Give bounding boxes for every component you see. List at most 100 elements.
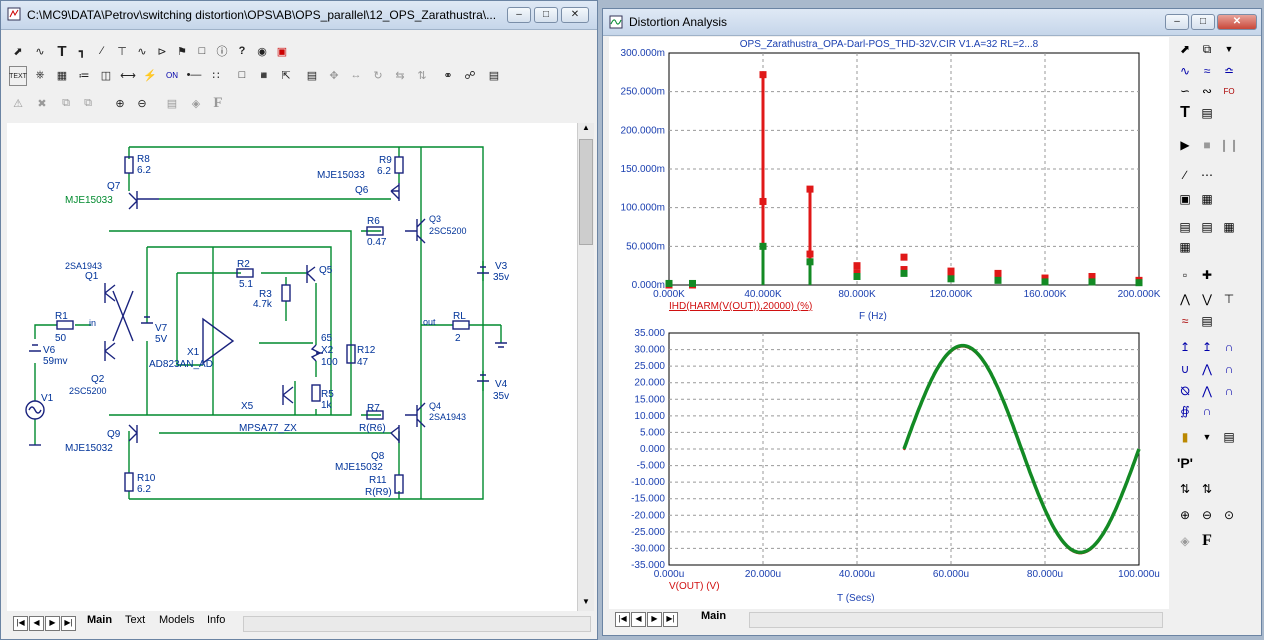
globe-icon[interactable]: ◈ xyxy=(1175,531,1195,551)
zoom-in-icon[interactable]: ⊕ xyxy=(1175,505,1195,525)
grid-icon[interactable]: ▦ xyxy=(1197,189,1217,209)
select-arrow-icon[interactable]: ⬈ xyxy=(9,42,27,60)
info-tool-icon[interactable]: ⓘ xyxy=(213,42,231,60)
diagonal-wire-icon[interactable]: ∕ xyxy=(93,42,111,60)
border-icon[interactable]: □ xyxy=(233,66,251,84)
tab-first-icon[interactable]: |◀ xyxy=(13,616,28,631)
text-tool-icon[interactable]: T xyxy=(53,42,71,60)
zoom-in-icon[interactable]: ⊕ xyxy=(111,94,129,112)
condition-icon[interactable]: ⚡ xyxy=(141,66,159,84)
waveform-icon[interactable]: ∿ xyxy=(1175,61,1195,81)
page-icon[interactable]: ▤ xyxy=(163,94,181,112)
scale-icon[interactable]: ⧉ xyxy=(1197,39,1217,59)
grid-small-icon[interactable]: ▦ xyxy=(1175,237,1195,257)
schematic-titlebar[interactable]: C:\MC9\DATA\Petrov\switching distortion\… xyxy=(1,1,597,30)
waveform-3-icon[interactable]: ≏ xyxy=(1219,61,1239,81)
left-cursor-icon[interactable]: ↥ xyxy=(1175,337,1195,357)
analysis-titlebar[interactable]: Distortion Analysis – □ ✕ xyxy=(603,9,1261,36)
dc-scale-left-icon[interactable]: ⇅ xyxy=(1175,479,1195,499)
wire-tool-icon[interactable]: ∿ xyxy=(31,42,49,60)
help-tool-icon[interactable]: ? xyxy=(233,42,251,60)
right-cursor-icon[interactable]: ↥ xyxy=(1197,337,1217,357)
tab-prev-icon[interactable]: ◀ xyxy=(29,616,44,631)
flag-tool-icon[interactable]: ⚑ xyxy=(173,42,191,60)
title-icon[interactable]: ◾ xyxy=(255,66,273,84)
node-numbers-icon[interactable]: ≔ xyxy=(75,66,93,84)
tab-next-icon[interactable]: ▶ xyxy=(45,616,60,631)
rise-icon[interactable]: ∽ xyxy=(1175,81,1195,101)
binoculars-icon[interactable]: ☍ xyxy=(461,66,479,84)
stop-icon[interactable]: ■ xyxy=(1197,135,1217,155)
resistor-tool-icon[interactable]: ∿ xyxy=(133,42,151,60)
line-icon[interactable]: ∕ xyxy=(1175,165,1195,185)
current-icon[interactable]: ◫ xyxy=(97,66,115,84)
plot-area[interactable]: OPS_Zarathustra_OPA-Darl-POS_THD-32V.CIR… xyxy=(609,37,1169,609)
zoom-out-icon[interactable]: ⊖ xyxy=(1197,505,1217,525)
tab-info[interactable]: Info xyxy=(207,614,225,626)
zoom-out-icon[interactable]: ⊖ xyxy=(133,94,151,112)
clipboard-icon[interactable]: ▮ xyxy=(1175,427,1195,447)
schematic-canvas[interactable]: R8 6.2 Q7 MJE15033 R9 6.2 MJE15033 Q6 R6… xyxy=(7,123,577,611)
properties-icon[interactable]: ▤ xyxy=(1197,103,1217,123)
fo-icon[interactable]: FO xyxy=(1219,81,1239,101)
tab-last-icon[interactable]: ▶| xyxy=(663,612,678,627)
frame-icon[interactable]: ▣ xyxy=(1175,189,1195,209)
paste-icon[interactable]: ⧉ xyxy=(79,94,97,112)
move-icon[interactable]: ✥ xyxy=(325,66,343,84)
inflection-icon[interactable]: ⦰ xyxy=(1175,381,1195,401)
stretch-icon[interactable]: ↔ xyxy=(347,66,365,84)
p-label-icon[interactable]: 'P' xyxy=(1175,453,1195,473)
text-toggle-icon[interactable]: TEXT xyxy=(9,66,27,86)
horizontal-scrollbar[interactable] xyxy=(749,612,1163,628)
analysis-maximize-button[interactable]: □ xyxy=(1191,14,1215,30)
waveform-2-icon[interactable]: ≈ xyxy=(1197,61,1217,81)
warning-icon[interactable]: ⚠ xyxy=(9,94,27,112)
grid-minor-icon[interactable]: ▤ xyxy=(1175,217,1195,237)
gate-tool-icon[interactable]: ⊳ xyxy=(153,42,171,60)
grid-dense-icon[interactable]: ▦ xyxy=(1219,217,1239,237)
scroll-thumb[interactable] xyxy=(579,139,593,245)
close-button[interactable]: ✕ xyxy=(561,7,589,23)
font-icon[interactable]: F xyxy=(209,94,227,112)
peak-cursor-icon[interactable]: ∩ xyxy=(1219,337,1239,357)
box-tool-icon[interactable]: □ xyxy=(193,42,211,60)
text-icon[interactable]: T xyxy=(1175,103,1195,123)
level-cursor-icon[interactable]: ∩ xyxy=(1219,359,1239,379)
properties-icon[interactable]: ▤ xyxy=(303,66,321,84)
cursor-icon[interactable]: ✚ xyxy=(1197,265,1217,285)
mirror-y-icon[interactable]: ⇅ xyxy=(413,66,431,84)
grid-icon[interactable]: ∷ xyxy=(207,66,225,84)
zoom-fit-icon[interactable]: ⊙ xyxy=(1219,505,1239,525)
cancel-icon[interactable]: ✖ xyxy=(33,94,51,112)
valley-cursor-icon[interactable]: ∪ xyxy=(1175,359,1195,379)
on-off-icon[interactable]: ON xyxy=(163,66,181,84)
attribute-text-icon[interactable]: ⎈ xyxy=(31,66,49,84)
tab-last-icon[interactable]: ▶| xyxy=(61,616,76,631)
tab-main[interactable]: Main xyxy=(701,610,726,622)
font-icon[interactable]: F xyxy=(1197,531,1217,551)
scroll-down-arrow-icon[interactable]: ▼ xyxy=(578,597,594,611)
grid-major-icon[interactable]: ▤ xyxy=(1197,217,1217,237)
sheet-icon[interactable]: ▤ xyxy=(485,66,503,84)
rotate-icon[interactable]: ↻ xyxy=(369,66,387,84)
pin-connection-icon[interactable]: •— xyxy=(185,66,203,84)
image-icon[interactable]: ▤ xyxy=(1197,311,1217,331)
slope-cursor-icon[interactable]: ⋀ xyxy=(1197,359,1217,379)
tab-first-icon[interactable]: |◀ xyxy=(615,612,630,627)
multi-cursor-icon[interactable]: ∯ xyxy=(1175,401,1195,421)
valley-icon[interactable]: ⋁ xyxy=(1197,289,1217,309)
tab-prev-icon[interactable]: ◀ xyxy=(631,612,646,627)
schematic-vertical-scrollbar[interactable]: ▲ ▼ xyxy=(577,123,594,611)
peak-icon[interactable]: ⋀ xyxy=(1175,289,1195,309)
analysis-minimize-button[interactable]: – xyxy=(1165,14,1189,30)
dc-scale-right-icon[interactable]: ⇅ xyxy=(1197,479,1217,499)
box-icon[interactable]: ▫ xyxy=(1175,265,1195,285)
power-icon[interactable]: ⟷ xyxy=(119,66,137,84)
multi-cursor-2-icon[interactable]: ∩ xyxy=(1197,401,1217,421)
tab-text[interactable]: Text xyxy=(125,614,145,626)
dropdown-icon[interactable]: ▼ xyxy=(1197,427,1217,447)
tab-main[interactable]: Main xyxy=(87,614,112,626)
pause-icon[interactable]: ❙❙ xyxy=(1219,135,1239,155)
table-icon[interactable]: ▤ xyxy=(1219,427,1239,447)
fall-icon[interactable]: ∾ xyxy=(1197,81,1217,101)
